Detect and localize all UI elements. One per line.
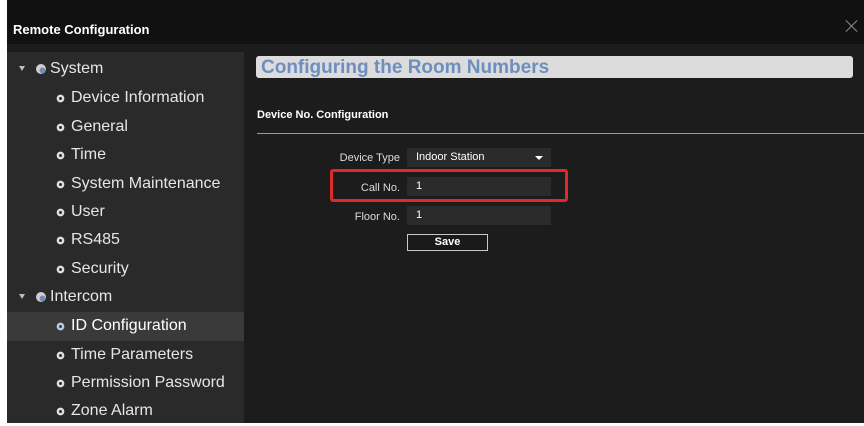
gear-icon [56,151,65,160]
highlight-annotation-box [330,169,568,202]
sidebar-item-label: Security [71,260,129,277]
page-heading-bar: Configuring the Room Numbers [256,56,853,78]
tree-group-system[interactable]: System [7,55,244,84]
sidebar-item-label: Permission Password [71,374,225,391]
gear-icon [56,123,65,132]
gear-icon [56,322,65,331]
gear-icon [56,94,65,103]
device-type-label: Device Type [339,152,400,164]
gear-icon [56,379,65,388]
page-title: Configuring the Room Numbers [261,57,550,78]
expand-arrow-icon[interactable] [19,66,25,71]
sidebar-item-time-parameters[interactable]: Time Parameters [7,341,244,370]
device-type-select[interactable]: Indoor Station [407,148,551,167]
gear-group-icon [36,64,46,74]
chevron-down-icon[interactable] [535,156,543,160]
floor-no-value: 1 [416,209,423,221]
gear-icon [56,236,65,245]
section-divider [257,133,864,134]
sidebar-item-id-configuration[interactable]: ID Configuration [7,312,244,341]
main-content: Configuring the Room Numbers Device No. … [244,44,864,423]
floor-no-input[interactable]: 1 [407,206,551,225]
sidebar-item-security[interactable]: Security [7,255,244,284]
sidebar-item-label: RS485 [71,231,120,248]
sidebar-item-user[interactable]: User [7,198,244,227]
gear-icon [56,180,65,189]
gear-icon [56,351,65,360]
gear-icon [56,265,65,274]
sidebar-item-label: User [71,203,105,220]
tree-group-label: System [50,60,104,77]
sidebar-item-zone-alarm[interactable]: Zone Alarm [7,397,244,426]
gear-icon [56,208,65,217]
sidebar-item-label: Time Parameters [71,346,194,363]
tree-group-label: Intercom [50,288,113,305]
sidebar-item-label: Device Information [71,89,205,106]
sidebar-item-general[interactable]: General [7,113,244,142]
sidebar-tree: System Device Information General Time S… [7,52,244,423]
sidebar-item-permission-password[interactable]: Permission Password [7,369,244,398]
remote-configuration-window: Remote Configuration System Device Infor… [7,0,864,423]
expand-arrow-icon[interactable] [19,294,25,299]
sidebar-item-label: System Maintenance [71,175,221,192]
sidebar-item-time[interactable]: Time [7,141,244,170]
sidebar-item-label: Zone Alarm [71,402,153,419]
section-title: Device No. Configuration [257,109,389,121]
sidebar-item-label: Time [71,146,106,163]
device-type-value: Indoor Station [416,151,485,163]
tree-group-intercom[interactable]: Intercom [7,283,244,312]
sidebar-item-rs485[interactable]: RS485 [7,226,244,255]
sidebar-item-system-maintenance[interactable]: System Maintenance [7,170,244,199]
sidebar-item-label: General [71,118,128,135]
floor-no-label: Floor No. [354,211,400,223]
close-icon[interactable] [844,18,860,34]
gear-icon [56,407,65,416]
gear-group-icon [36,292,46,302]
save-button[interactable]: Save [407,234,488,251]
sidebar-item-label: ID Configuration [71,317,187,334]
sidebar-item-device-information[interactable]: Device Information [7,84,244,113]
title-bar: Remote Configuration [7,0,864,44]
window-title: Remote Configuration [13,22,150,37]
